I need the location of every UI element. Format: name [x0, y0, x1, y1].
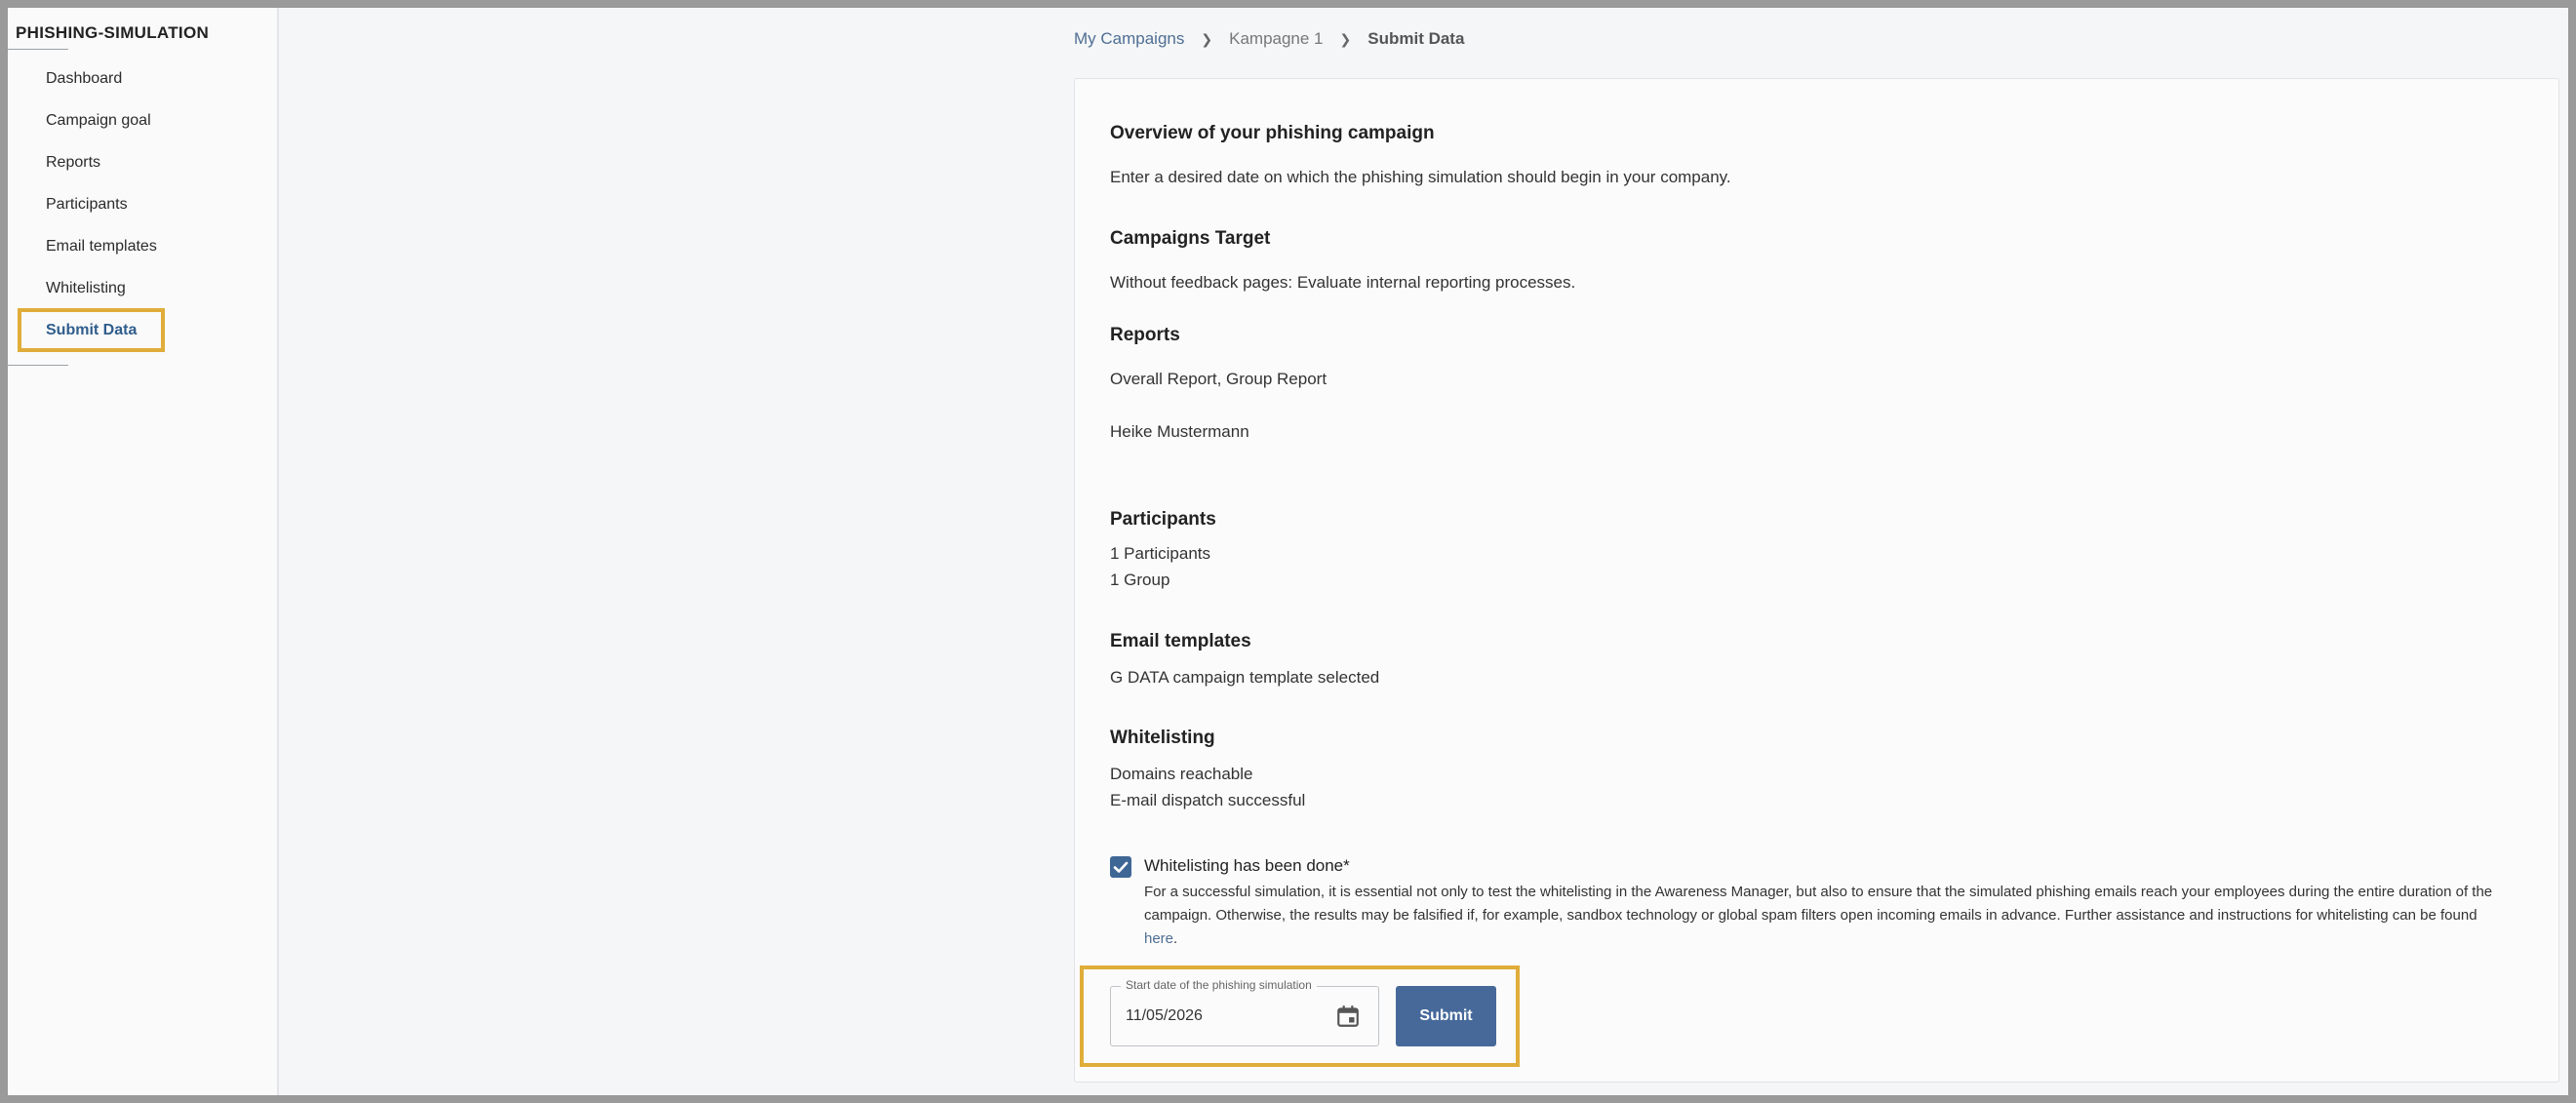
whitelisting-description-suffix: . [1173, 930, 1178, 947]
submit-button[interactable]: Submit [1396, 986, 1496, 1046]
whitelisting-domains: Domains reachable [1110, 765, 1253, 783]
sidebar-item-dashboard[interactable]: Dashboard [46, 70, 122, 88]
sidebar-item-campaign-goal[interactable]: Campaign goal [46, 112, 151, 130]
breadcrumb-my-campaigns[interactable]: My Campaigns [1074, 29, 1184, 49]
start-date-field[interactable]: Start date of the phishing simulation 11… [1110, 978, 1379, 1046]
app-window: PHISHING-SIMULATION Dashboard Campaign g… [8, 8, 2568, 1095]
target-text: Without feedback pages: Evaluate interna… [1110, 273, 1576, 292]
reports-text: Overall Report, Group Report [1110, 370, 1328, 388]
nav-divider [8, 365, 68, 366]
overview-title: Overview of your phishing campaign [1110, 123, 1435, 143]
whitelisting-help-link[interactable]: here [1144, 930, 1173, 947]
participants-title: Participants [1110, 509, 1216, 530]
whitelisting-checkbox-label[interactable]: Whitelisting has been done* [1144, 856, 1350, 876]
whitelisting-dispatch: E-mail dispatch successful [1110, 791, 1306, 809]
calendar-icon[interactable] [1335, 1004, 1361, 1029]
brand-divider [8, 49, 68, 50]
whitelisting-description: For a successful simulation, it is essen… [1144, 881, 2500, 951]
whitelisting-title: Whitelisting [1110, 728, 1215, 748]
whitelisting-description-text: For a successful simulation, it is essen… [1144, 884, 2493, 924]
sidebar-item-reports[interactable]: Reports [46, 154, 100, 172]
breadcrumb-current: Submit Data [1367, 29, 1465, 48]
sidebar-item-email-templates[interactable]: Email templates [46, 238, 157, 256]
sidebar-item-whitelisting[interactable]: Whitelisting [46, 280, 126, 297]
email-templates-title: Email templates [1110, 631, 1251, 651]
checkmark-icon [1113, 861, 1129, 873]
email-templates-text: G DATA campaign template selected [1110, 668, 1380, 687]
breadcrumb: My Campaigns ❯ Kampagne 1 ❯ Submit Data [1074, 27, 1464, 51]
chevron-right-icon: ❯ [1339, 30, 1352, 47]
brand-title: PHISHING-SIMULATION [16, 23, 210, 42]
whitelisting-checkbox[interactable] [1110, 856, 1131, 878]
start-date-label: Start date of the phishing simulation [1121, 978, 1317, 992]
participants-groups: 1 Group [1110, 571, 1170, 589]
participants-count: 1 Participants [1110, 544, 1210, 563]
overview-intro: Enter a desired date on which the phishi… [1110, 168, 1731, 186]
target-title: Campaigns Target [1110, 228, 1271, 249]
reports-title: Reports [1110, 325, 1180, 345]
sidebar-item-participants[interactable]: Participants [46, 196, 128, 214]
start-date-value[interactable]: 11/05/2026 [1126, 1007, 1203, 1025]
chevron-right-icon: ❯ [1201, 30, 1213, 47]
sidebar-item-submit-data[interactable]: Submit Data [46, 322, 137, 339]
overview-card: Overview of your phishing campaign Enter… [1074, 78, 2559, 1083]
reports-recipient: Heike Mustermann [1110, 422, 1249, 441]
breadcrumb-campaign[interactable]: Kampagne 1 [1229, 29, 1323, 49]
sidebar: PHISHING-SIMULATION Dashboard Campaign g… [8, 8, 279, 1095]
